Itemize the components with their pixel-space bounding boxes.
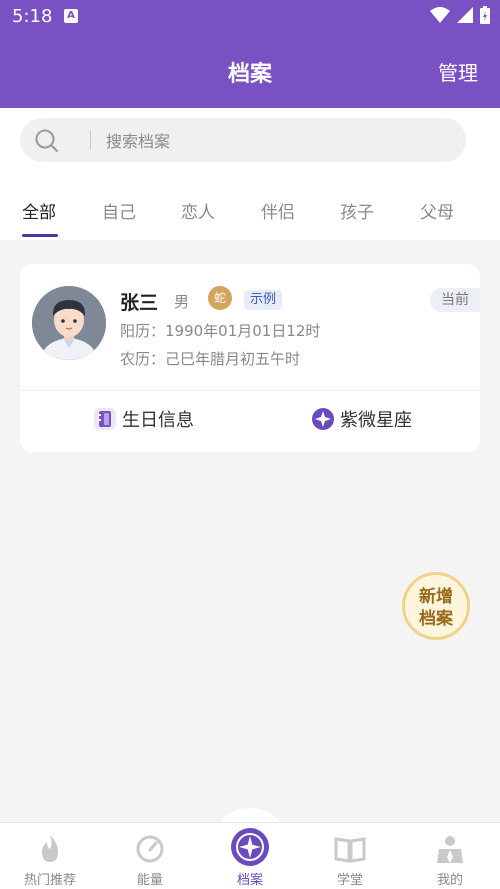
profile-name: 张三 [120, 292, 159, 314]
signal-icon [457, 7, 473, 23]
nav-profiles-label: 档案 [236, 873, 263, 888]
nav-energy[interactable]: 能量 [100, 823, 200, 889]
compass-icon [231, 828, 269, 866]
bottom-nav: 热门推荐 能量 档案 学堂 我的 [0, 822, 500, 889]
flame-icon [42, 835, 58, 862]
add-profile-button[interactable]: 新增 档案 [402, 572, 470, 640]
nav-hot-recommend-label: 热门推荐 [23, 873, 76, 888]
active-tab-indicator [22, 234, 58, 237]
gauge-icon [136, 835, 164, 863]
tab-all[interactable]: 全部 [22, 198, 56, 223]
avatar [32, 286, 106, 360]
battery-icon [480, 6, 490, 24]
star-compass-icon [312, 408, 334, 430]
nav-profiles[interactable]: 档案 [200, 823, 300, 889]
nav-academy-label: 学堂 [336, 873, 363, 888]
birthday-info-label: 生日信息 [122, 410, 194, 431]
system-icons [430, 6, 490, 24]
manage-button[interactable]: 管理 [438, 57, 478, 86]
status-bar: 5:18 A [0, 0, 500, 36]
top-bar: 档案 管理 [0, 36, 500, 108]
solar-birthdate: 阳历：1990年01月01日12时 [120, 322, 321, 340]
notification-badge-icon: A [64, 9, 78, 23]
example-tag: 示例 [244, 290, 283, 310]
ziwei-horoscope-button[interactable]: 紫微星座 [312, 406, 412, 432]
search-input[interactable] [104, 126, 448, 156]
add-profile-label-line2: 档案 [419, 609, 453, 629]
profile-icon [437, 836, 463, 863]
profile-card[interactable]: 张三 男 蛇 示例 当前 阳历：1990年01月01日12时 农历：己巳年腊月初… [20, 264, 480, 452]
book-icon [334, 837, 366, 863]
notebook-icon [94, 408, 116, 430]
nav-hot-recommend[interactable]: 热门推荐 [0, 823, 100, 889]
search-bar[interactable] [20, 118, 466, 162]
ziwei-horoscope-label: 紫微星座 [340, 410, 412, 431]
page-title: 档案 [227, 62, 272, 87]
add-profile-label-line1: 新增 [419, 587, 453, 607]
birthday-info-button[interactable]: 生日信息 [94, 406, 194, 432]
tab-self[interactable]: 自己 [102, 198, 136, 223]
search-icon [35, 129, 58, 152]
lunar-birthdate: 农历：己巳年腊月初五午时 [120, 350, 301, 368]
nav-energy-label: 能量 [136, 873, 163, 888]
search-divider [90, 130, 91, 150]
wifi-icon [430, 7, 450, 23]
tab-parents[interactable]: 父母 [420, 198, 454, 223]
nav-mine[interactable]: 我的 [400, 823, 500, 889]
tab-children[interactable]: 孩子 [340, 198, 374, 223]
avatar-person-icon [32, 286, 106, 360]
current-tag: 当前 [430, 288, 480, 312]
category-tabs: 全部 自己 恋人 伴侣 孩子 父母 [0, 174, 500, 240]
zodiac-snake-icon: 蛇 [208, 286, 232, 310]
card-divider [20, 390, 480, 391]
tab-lover[interactable]: 恋人 [181, 198, 215, 223]
profile-gender: 男 [174, 293, 190, 311]
status-time: 5:18 [12, 6, 53, 27]
search-section [0, 108, 500, 174]
nav-academy[interactable]: 学堂 [300, 823, 400, 889]
tab-partner[interactable]: 伴侣 [261, 198, 295, 223]
nav-mine-label: 我的 [436, 873, 463, 888]
